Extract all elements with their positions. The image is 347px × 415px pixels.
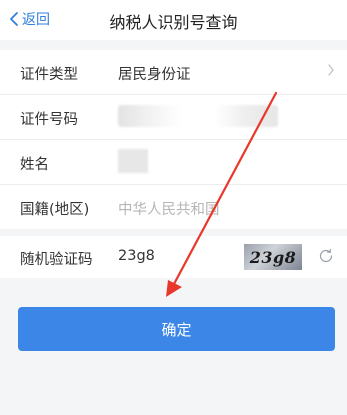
id-number-row[interactable]: 证件号码 (0, 95, 347, 140)
screen: 返回 纳税人识别号查询 证件类型 居民身份证 证件号码 姓名 国籍(地区) 中华… (0, 0, 347, 415)
taxpayer-form: 证件类型 居民身份证 证件号码 姓名 国籍(地区) 中华人民共和国 (0, 50, 347, 229)
chevron-right-icon (328, 64, 334, 76)
captcha-image[interactable]: 23g8 (244, 244, 302, 270)
name-label: 姓名 (20, 157, 49, 173)
id-type-label: 证件类型 (20, 67, 78, 83)
id-type-row[interactable]: 证件类型 居民身份证 (0, 50, 347, 95)
name-row[interactable]: 姓名 (0, 140, 347, 185)
captcha-image-text: 23g8 (249, 247, 297, 267)
name-redacted[interactable] (118, 149, 148, 173)
nav-bar: 返回 纳税人识别号查询 (0, 0, 347, 40)
confirm-button[interactable]: 确定 (18, 307, 335, 351)
nationality-label: 国籍(地区) (20, 202, 90, 218)
id-type-value: 居民身份证 (118, 67, 191, 83)
captcha-input[interactable] (118, 248, 218, 264)
captcha-label: 随机验证码 (20, 252, 93, 268)
nationality-value: 中华人民共和国 (118, 202, 220, 218)
id-number-redacted[interactable] (118, 105, 278, 127)
id-number-label: 证件号码 (20, 112, 78, 128)
page-title: 纳税人识别号查询 (109, 13, 238, 32)
refresh-icon[interactable] (317, 247, 335, 265)
nationality-row[interactable]: 国籍(地区) 中华人民共和国 (0, 185, 347, 229)
captcha-row: 随机验证码 23g8 (0, 236, 347, 278)
